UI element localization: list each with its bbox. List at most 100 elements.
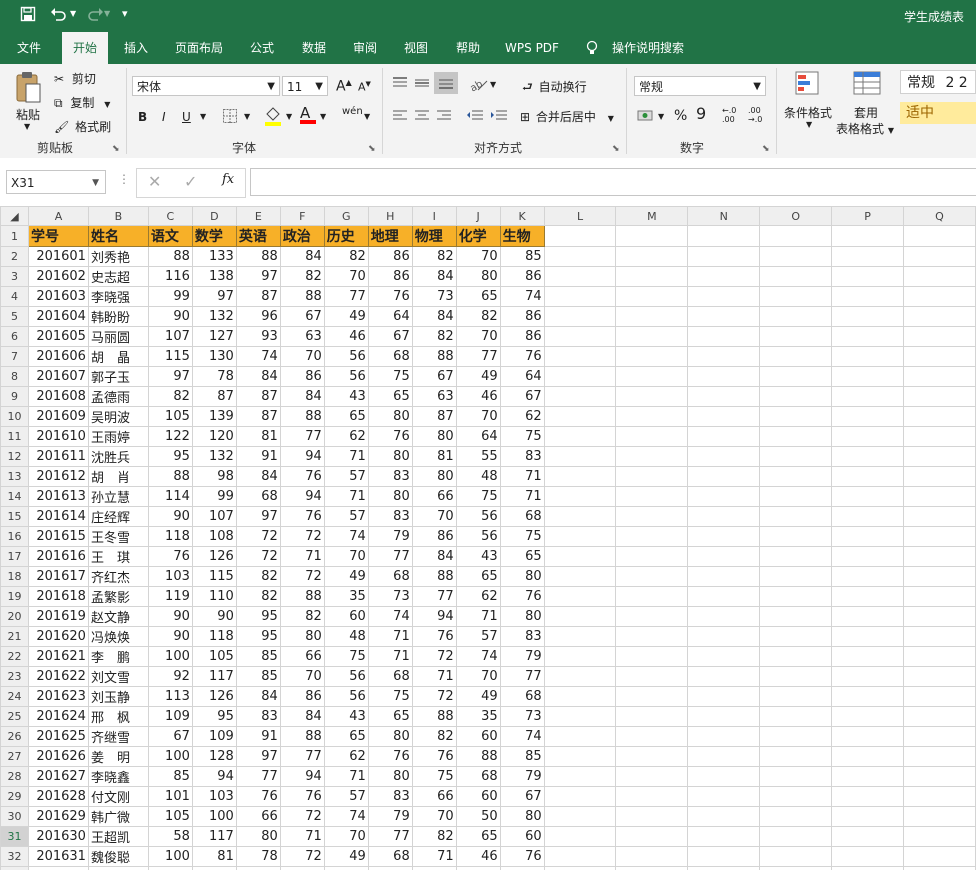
score-cell[interactable]: 58 xyxy=(147,826,193,847)
score-cell[interactable]: 84 xyxy=(411,266,457,287)
insert-function-button[interactable]: fx xyxy=(222,172,234,187)
name-cell[interactable]: 孙立慧 xyxy=(87,486,149,507)
name-cell[interactable]: 魏俊聪 xyxy=(87,846,149,867)
empty-cell[interactable] xyxy=(543,466,617,487)
border-button[interactable] xyxy=(222,108,238,127)
empty-cell[interactable] xyxy=(687,626,761,647)
name-cell[interactable]: 付文刚 xyxy=(87,786,149,807)
id-cell[interactable]: 201616 xyxy=(27,546,89,567)
empty-cell[interactable] xyxy=(831,286,904,307)
empty-cell[interactable] xyxy=(543,446,617,467)
column-header[interactable]: H xyxy=(367,206,413,226)
empty-cell[interactable] xyxy=(902,366,976,387)
score-cell[interactable]: 76 xyxy=(411,746,457,767)
header-cell[interactable]: 语文 xyxy=(147,225,193,247)
column-header[interactable]: O xyxy=(759,206,833,226)
empty-cell[interactable] xyxy=(902,326,976,347)
header-cell[interactable]: 化学 xyxy=(455,225,501,247)
empty-cell[interactable] xyxy=(902,766,976,787)
empty-cell[interactable] xyxy=(615,486,689,507)
style-normal-cell[interactable]: 常规 2 2 xyxy=(900,70,976,94)
empty-cell[interactable] xyxy=(831,646,904,667)
score-cell[interactable]: 80 xyxy=(367,406,413,427)
score-cell[interactable]: 43 xyxy=(455,546,501,567)
score-cell[interactable]: 83 xyxy=(367,466,413,487)
empty-cell[interactable] xyxy=(687,726,761,747)
column-header[interactable]: F xyxy=(279,206,325,226)
score-cell[interactable]: 83 xyxy=(499,446,545,467)
customize-toolbar-icon[interactable]: ▾ xyxy=(122,7,128,20)
score-cell[interactable]: 66 xyxy=(411,486,457,507)
row-header[interactable]: 11 xyxy=(0,426,29,447)
score-cell[interactable]: 114 xyxy=(147,486,193,507)
name-cell[interactable]: 田 圆 xyxy=(87,866,149,870)
score-cell[interactable]: 94 xyxy=(279,766,325,787)
score-cell[interactable]: 97 xyxy=(191,286,237,307)
cancel-icon[interactable]: ✕ xyxy=(148,172,161,191)
empty-cell[interactable] xyxy=(902,466,976,487)
empty-cell[interactable] xyxy=(902,346,976,367)
empty-cell[interactable] xyxy=(687,606,761,627)
score-cell[interactable]: 74 xyxy=(367,606,413,627)
score-cell[interactable]: 76 xyxy=(499,846,545,867)
score-cell[interactable]: 77 xyxy=(411,586,457,607)
id-cell[interactable]: 201624 xyxy=(27,706,89,727)
name-cell[interactable]: 王 琪 xyxy=(87,546,149,567)
score-cell[interactable]: 86 xyxy=(411,526,457,547)
font-launcher-icon[interactable]: ⬊ xyxy=(368,144,376,154)
row-header[interactable]: 4 xyxy=(0,286,29,307)
empty-cell[interactable] xyxy=(687,586,761,607)
empty-cell[interactable] xyxy=(687,386,761,407)
empty-cell[interactable] xyxy=(543,366,617,387)
score-cell[interactable]: 70 xyxy=(455,666,501,687)
score-cell[interactable]: 76 xyxy=(367,746,413,767)
empty-cell[interactable] xyxy=(902,526,976,547)
score-cell[interactable]: 86 xyxy=(367,266,413,287)
empty-cell[interactable] xyxy=(615,266,689,287)
empty-cell[interactable] xyxy=(687,286,761,307)
align-right-icon[interactable] xyxy=(436,108,452,125)
score-cell[interactable]: 78 xyxy=(499,866,545,870)
empty-cell[interactable] xyxy=(831,806,904,827)
score-cell[interactable]: 87 xyxy=(235,406,281,427)
score-cell[interactable]: 76 xyxy=(367,426,413,447)
row-header[interactable]: 29 xyxy=(0,786,29,807)
id-cell[interactable]: 201604 xyxy=(27,306,89,327)
score-cell[interactable]: 90 xyxy=(147,506,193,527)
empty-cell[interactable] xyxy=(759,766,833,787)
score-cell[interactable]: 76 xyxy=(499,346,545,367)
score-cell[interactable]: 92 xyxy=(147,666,193,687)
id-cell[interactable]: 201618 xyxy=(27,586,89,607)
empty-cell[interactable] xyxy=(687,486,761,507)
empty-cell[interactable] xyxy=(831,266,904,287)
score-cell[interactable]: 74 xyxy=(499,286,545,307)
header-cell[interactable]: 历史 xyxy=(323,225,369,247)
name-cell[interactable]: 王雨婷 xyxy=(87,426,149,447)
score-cell[interactable]: 72 xyxy=(279,806,325,827)
score-cell[interactable]: 99 xyxy=(147,286,193,307)
score-cell[interactable]: 77 xyxy=(279,746,325,767)
score-cell[interactable]: 65 xyxy=(323,406,369,427)
tab-home[interactable]: 开始 xyxy=(62,32,108,64)
empty-cell[interactable] xyxy=(687,766,761,787)
id-cell[interactable]: 201606 xyxy=(27,346,89,367)
name-cell[interactable]: 王超凯 xyxy=(87,826,149,847)
row-header[interactable]: 26 xyxy=(0,726,29,747)
underline-dropdown-icon[interactable]: ▼ xyxy=(200,112,206,121)
header-cell[interactable]: 英语 xyxy=(235,225,281,247)
score-cell[interactable]: 107 xyxy=(147,326,193,347)
score-cell[interactable]: 88 xyxy=(235,246,281,267)
empty-cell[interactable] xyxy=(615,286,689,307)
empty-cell[interactable] xyxy=(615,406,689,427)
bold-button[interactable]: B xyxy=(138,110,147,124)
score-cell[interactable]: 91 xyxy=(235,726,281,747)
row-header[interactable]: 17 xyxy=(0,546,29,567)
column-header[interactable]: P xyxy=(831,206,904,226)
lightbulb-icon[interactable] xyxy=(582,32,602,64)
score-cell[interactable]: 86 xyxy=(279,686,325,707)
score-cell[interactable]: 35 xyxy=(323,586,369,607)
column-header[interactable]: Q xyxy=(902,206,976,226)
score-cell[interactable]: 77 xyxy=(235,766,281,787)
score-cell[interactable]: 108 xyxy=(191,526,237,547)
empty-cell[interactable] xyxy=(687,686,761,707)
